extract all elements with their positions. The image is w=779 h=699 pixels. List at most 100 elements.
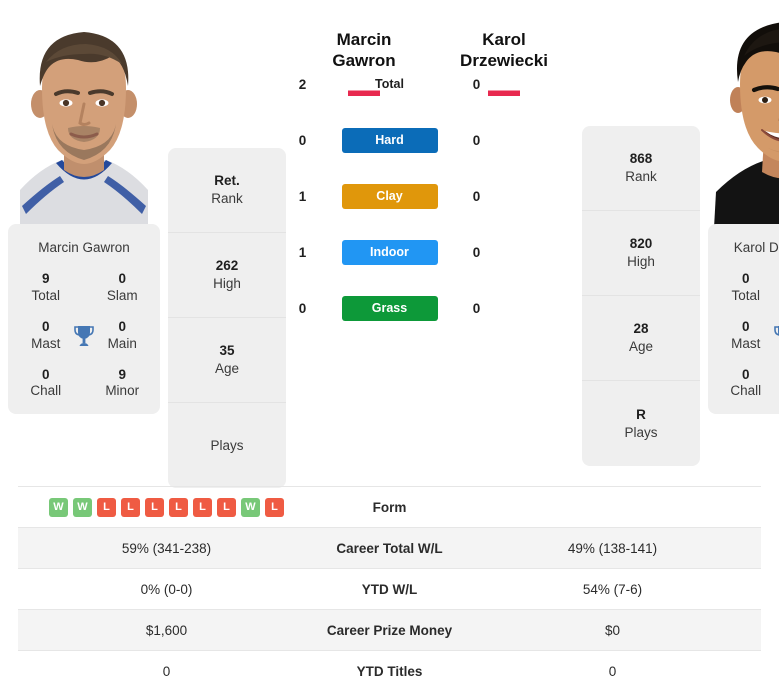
career-total-wl-right: 49% (138-141) [567, 540, 658, 556]
info-high-label: High [627, 254, 655, 269]
row-label-career-total-wl: Career Total W/L [336, 540, 443, 556]
stat-chall: 0 Chall [720, 367, 772, 401]
h2h-total-label: Total [375, 77, 404, 91]
h2h-row-total: 2 Total 0 [290, 56, 490, 112]
info-cell-high: 820 High [582, 211, 700, 296]
career-prize-money-right: $0 [604, 622, 621, 638]
player-left-column: Marcin Gawron 9 Total 0 Slam 0 Mast 0 Ma… [0, 0, 168, 418]
stat-mast: 0 Mast [720, 319, 772, 353]
player-right-first-name: Karol [482, 30, 526, 49]
h2h-clay-left-count: 1 [298, 188, 307, 204]
h2h-row-hard: 0 Hard 0 [290, 112, 490, 168]
h2h-grass-right-count: 0 [472, 300, 481, 316]
table-row-ytd-wl: 0% (0-0) YTD W/L 54% (7-6) [18, 568, 761, 610]
form-left-cell: WWLLLLLLWL [18, 487, 315, 528]
player-right-column: Karol Drzewiecki 0 Total 0 Slam [700, 0, 779, 418]
info-cell-age: 28 Age [582, 296, 700, 381]
stat-minor: 9 Minor [96, 367, 148, 401]
surface-badge-indoor[interactable]: Indoor [341, 239, 438, 265]
info-high-value: 820 [629, 236, 653, 252]
stat-slam-label: Slam [106, 287, 138, 303]
h2h-indoor-right-count: 0 [472, 244, 481, 260]
stat-chall-label: Chall [30, 383, 62, 399]
row-label-form: Form [372, 499, 407, 515]
stat-main: 0 Main [96, 319, 148, 353]
stat-main-label: Main [107, 335, 137, 351]
form-badges-left: WWLLLLLLWL [18, 497, 315, 517]
form-badge-loss[interactable]: L [193, 497, 212, 517]
table-row-ytd-titles: 0 YTD Titles 0 [18, 650, 761, 692]
stat-chall-value: 0 [742, 366, 750, 382]
stat-mast-label: Mast [731, 335, 761, 351]
table-row-form: WWLLLLLLWL Form [18, 486, 761, 528]
stat-total-label: Total [31, 287, 61, 303]
h2h-total-right-count: 0 [472, 76, 481, 92]
form-badge-loss[interactable]: L [217, 497, 236, 517]
h2h-grass-left-count: 0 [298, 300, 307, 316]
player-left-photo [0, 0, 168, 228]
surface-badge-clay[interactable]: Clay [341, 183, 438, 209]
stat-mast: 0 Mast [20, 319, 72, 353]
player-right-titles-grid: 0 Total 0 Slam 0 Mast [714, 271, 779, 400]
stat-minor-value: 9 [118, 366, 126, 382]
form-badge-loss[interactable]: L [145, 497, 164, 517]
form-badge-loss[interactable]: L [97, 497, 116, 517]
h2h-row-indoor: 1 Indoor 0 [290, 224, 490, 280]
form-badge-win[interactable]: W [241, 497, 260, 517]
right-headshot-image [700, 0, 779, 228]
stat-mast-label: Mast [31, 335, 61, 351]
player-right-summary-card: Karol Drzewiecki 0 Total 0 Slam [708, 224, 779, 415]
titles-row-chall-minor: 0 Chall 9 Minor [14, 367, 154, 401]
info-cell-high: 262 High [168, 233, 286, 318]
form-badge-win[interactable]: W [73, 497, 92, 517]
stat-total-label: Total [731, 287, 761, 303]
info-rank-value: Ret. [214, 173, 240, 189]
player-left-titles-grid: 9 Total 0 Slam 0 Mast 0 Main 0 Chall 9 M… [14, 271, 154, 400]
career-prize-money-left: $1,600 [145, 622, 188, 638]
stat-minor-label: Minor [105, 383, 140, 399]
titles-row-total-slam: 0 Total 0 Slam [714, 271, 779, 305]
stat-slam-value: 0 [118, 271, 126, 286]
info-cell-rank: Ret. Rank [168, 148, 286, 233]
player-left-info-card: Ret. Rank 262 High 35 Age Plays [168, 148, 286, 488]
form-badge-loss[interactable]: L [169, 497, 188, 517]
ytd-wl-left: 0% (0-0) [140, 581, 193, 597]
player-right-name-label: Karol Drzewiecki [733, 240, 779, 255]
info-cell-age: 35 Age [168, 318, 286, 403]
table-row-career-prize-money: $1,600 Career Prize Money $0 [18, 609, 761, 651]
compare-header: Marcin Gawron 9 Total 0 Slam 0 Mast 0 Ma… [0, 0, 779, 488]
stat-mast-value: 0 [742, 318, 750, 334]
stat-chall: 0 Chall [20, 367, 72, 401]
form-badge-win[interactable]: W [49, 497, 68, 517]
player-left-name-label: Marcin Gawron [38, 240, 130, 255]
h2h-total-left-count: 2 [298, 76, 307, 92]
row-label-ytd-titles: YTD Titles [356, 663, 423, 679]
h2h-hard-left-count: 0 [298, 132, 307, 148]
titles-row-mast-main: 0 Mast [14, 319, 154, 353]
player-left-first-name: Marcin [336, 30, 392, 49]
ytd-wl-right: 54% (7-6) [582, 581, 643, 597]
info-high-value: 262 [215, 258, 239, 274]
info-age-value: 28 [633, 321, 649, 337]
player-right-photo [700, 0, 779, 228]
stat-mast-value: 0 [42, 318, 50, 334]
row-label-ytd-wl: YTD W/L [361, 581, 418, 597]
info-cell-plays: R Plays [582, 381, 700, 466]
form-badge-loss[interactable]: L [265, 497, 284, 517]
stat-total-value: 9 [42, 271, 50, 286]
row-label-career-prize-money: Career Prize Money [326, 622, 453, 638]
player-comparison-page: Marcin Gawron 9 Total 0 Slam 0 Mast 0 Ma… [0, 0, 779, 699]
titles-row-total-slam: 9 Total 0 Slam [14, 271, 154, 305]
form-badge-loss[interactable]: L [121, 497, 140, 517]
info-age-value: 35 [219, 343, 235, 359]
info-rank-value: 868 [629, 151, 653, 167]
stat-chall-label: Chall [730, 383, 762, 399]
player-right-info-card: 868 Rank 820 High 28 Age R Plays [582, 126, 700, 466]
info-cell-plays: Plays [168, 403, 286, 488]
surface-badge-hard[interactable]: Hard [341, 127, 438, 153]
surface-badge-grass[interactable]: Grass [341, 295, 438, 321]
trophy-icon [72, 322, 97, 350]
